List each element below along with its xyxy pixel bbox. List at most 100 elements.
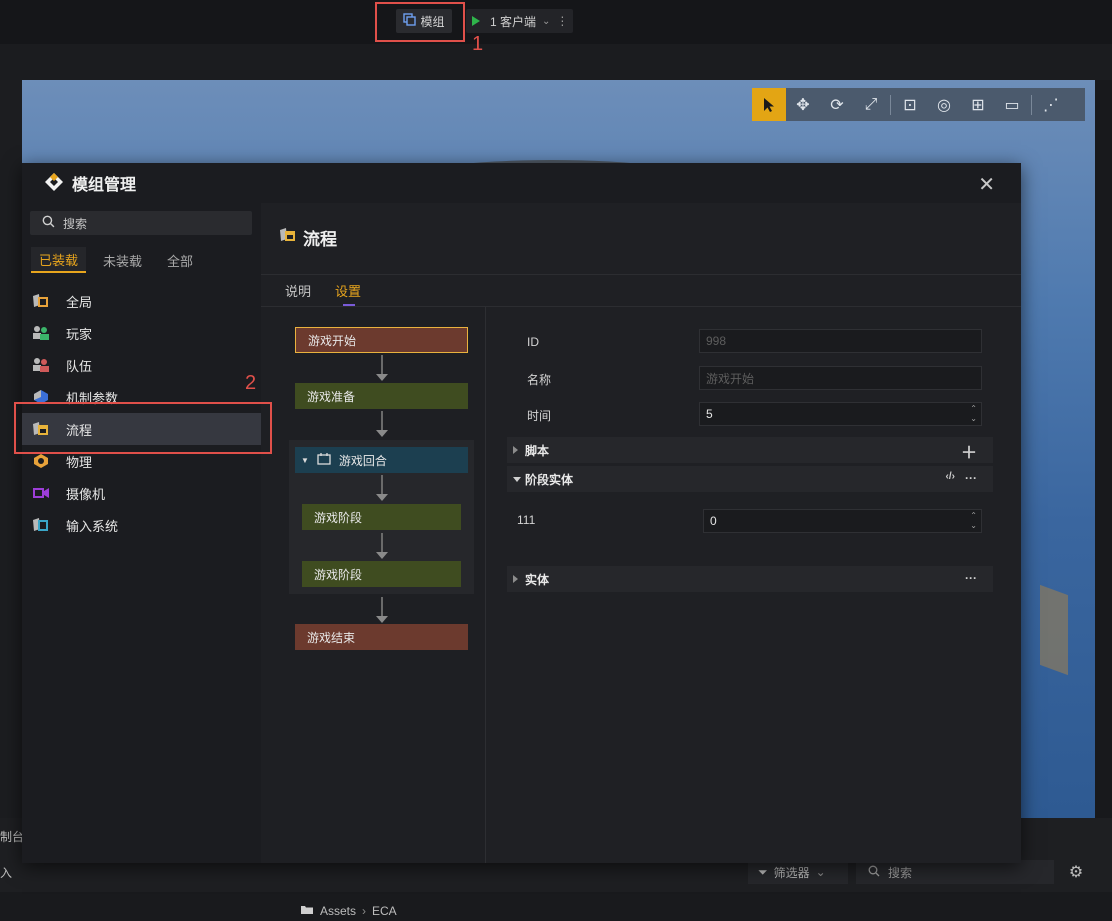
dialog-title: 模组管理	[72, 177, 137, 194]
tab-all[interactable]: 全部	[159, 247, 201, 273]
section-actions: ‹/› ···	[946, 471, 977, 485]
flow-node-stage[interactable]: 游戏阶段	[302, 561, 461, 587]
mod-sidebar: 搜索 已装载 未装载 全部 全局 玩家 队伍 机制参数 流程 物理 摄像机 输入…	[22, 203, 261, 863]
sidebar-item-player[interactable]: 玩家	[22, 317, 261, 349]
flow-node-end[interactable]: 游戏结束	[295, 624, 468, 650]
tab-description[interactable]: 说明	[273, 275, 323, 306]
folder-icon	[300, 904, 314, 918]
more-vertical-icon[interactable]: ⋮	[556, 14, 568, 28]
property-panel: ID 998 名称 游戏开始 时间 5 ⌃ ⌄ 脚本 ＋ 阶段实体 ‹/› ···	[487, 307, 1021, 863]
sidebar-item-global[interactable]: 全局	[22, 285, 261, 317]
player-icon	[32, 325, 50, 341]
breadcrumb-item[interactable]: ECA	[372, 904, 397, 918]
flow-node-stage[interactable]: 游戏阶段	[302, 504, 461, 530]
page-title: 流程	[279, 225, 337, 250]
time-label: 时间	[527, 409, 552, 423]
tab-loaded[interactable]: 已装载	[31, 247, 87, 273]
asset-search-input[interactable]: 搜索	[856, 860, 1054, 884]
collapse-triangle-icon	[513, 477, 521, 482]
rotate-icon[interactable]: ⟳	[820, 88, 854, 121]
expand-triangle-icon	[513, 446, 518, 454]
grid-icon[interactable]: ⊞	[961, 88, 995, 121]
sidebar-item-camera[interactable]: 摄像机	[22, 477, 261, 509]
tab-unloaded[interactable]: 未装载	[95, 247, 150, 273]
stepper-arrows-icon[interactable]: ⌃ ⌄	[970, 404, 977, 424]
collapse-triangle-icon[interactable]: ▼	[301, 456, 309, 465]
sidebar-item-input[interactable]: 输入系统	[22, 509, 261, 541]
sidebar-item-label: 物理	[66, 454, 93, 470]
filter-icon: ⏷	[758, 864, 768, 879]
toolbar-divider	[1031, 94, 1032, 115]
play-icon[interactable]	[472, 16, 480, 26]
axis-icon[interactable]: ⋰	[1034, 88, 1068, 121]
gizmo-toolbar: ✥ ⟳ ⤢ ⊡ ◎ ⊞ ▭ ⋰	[752, 88, 1085, 121]
flow-node-round-label: 游戏回合	[338, 453, 387, 468]
id-field[interactable]: 998	[699, 329, 982, 353]
flow-arrow	[376, 411, 388, 437]
run-button-group[interactable]: 1 客户端 ⌄ ⋮	[466, 9, 573, 33]
chevron-down-icon[interactable]: ⌄	[542, 16, 550, 27]
annotation-box-2	[14, 402, 272, 454]
annotation-box-1	[375, 2, 465, 42]
bottom-panel-footer	[0, 892, 1112, 921]
flow-node-prepare[interactable]: 游戏准备	[295, 383, 468, 409]
annotation-number-1: 1	[472, 33, 484, 55]
entity-row-stepper[interactable]: 0 ⌃ ⌄	[703, 509, 982, 533]
search-icon	[868, 865, 880, 880]
expand-triangle-icon	[513, 575, 518, 583]
entity-section-title: 实体	[525, 572, 550, 587]
dialog-header: 模组管理 ✕	[22, 163, 1021, 203]
physics-icon	[32, 453, 50, 469]
team-icon	[32, 357, 50, 373]
flow-arrow	[376, 355, 388, 381]
console-tab-label[interactable]: 制台	[0, 828, 24, 845]
asset-search-placeholder: 搜索	[888, 865, 913, 880]
search-icon	[42, 215, 55, 231]
mod-detail-panel: 流程 说明 设置 游戏开始 游戏准备 ▼ 游戏回合 游戏阶段 游戏阶段 游戏结束	[261, 203, 1021, 863]
stepper-arrows-icon[interactable]: ⌃ ⌄	[970, 511, 977, 531]
camera-icon[interactable]: ▭	[995, 88, 1029, 121]
detail-tabs: 说明 设置	[261, 275, 1021, 306]
flow-arrow	[376, 533, 388, 559]
move-icon[interactable]: ✥	[786, 88, 820, 121]
tab-settings[interactable]: 设置	[323, 275, 373, 306]
mod-search-input[interactable]: 搜索	[30, 211, 252, 235]
flow-node-round[interactable]: ▼ 游戏回合	[295, 447, 468, 473]
chevron-down-icon: ⌄	[815, 865, 826, 879]
entity-row-value: 0	[710, 514, 717, 528]
gear-icon[interactable]: ⚙	[1064, 860, 1088, 884]
entity-section-header[interactable]: 实体 ···	[507, 566, 993, 592]
name-field[interactable]: 游戏开始	[699, 366, 982, 390]
stage-entity-section-header[interactable]: 阶段实体 ‹/› ···	[507, 466, 993, 492]
filter-button[interactable]: ⏷ 筛选器 ⌄	[748, 860, 848, 884]
sidebar-item-team[interactable]: 队伍	[22, 349, 261, 381]
chevron-right-icon: ›	[362, 904, 367, 918]
script-section-header[interactable]: 脚本 ＋	[507, 437, 993, 463]
input-tab-label[interactable]: 入	[0, 864, 12, 881]
camera-icon	[32, 485, 50, 501]
toolbar-divider	[890, 94, 891, 115]
close-icon[interactable]: ✕	[978, 172, 995, 197]
code-icon[interactable]: ‹/›	[946, 471, 955, 485]
flow-node-start[interactable]: 游戏开始	[295, 327, 468, 353]
flow-icon	[279, 227, 297, 248]
more-icon[interactable]: ···	[965, 571, 977, 585]
time-stepper[interactable]: 5 ⌃ ⌄	[699, 402, 982, 426]
more-icon[interactable]: ···	[965, 471, 977, 485]
entity-row-label: 111	[517, 513, 536, 527]
mod-search-placeholder: 搜索	[63, 216, 88, 231]
select-arrow-icon[interactable]	[752, 88, 786, 121]
sidebar-item-label: 全局	[66, 294, 93, 310]
add-icon[interactable]: ＋	[961, 439, 977, 463]
scene-building	[1040, 584, 1068, 676]
mod-manager-logo-icon	[44, 172, 64, 195]
breadcrumb-item[interactable]: Assets	[320, 904, 356, 918]
toolbar-underlay	[0, 44, 1112, 80]
script-section-title: 脚本	[525, 443, 550, 458]
pivot-icon[interactable]: ◎	[927, 88, 961, 121]
sidebar-item-label: 玩家	[66, 326, 93, 342]
scale-icon[interactable]: ⤢	[854, 88, 888, 121]
crop-icon[interactable]: ⊡	[893, 88, 927, 121]
stage-entity-section-title: 阶段实体	[525, 472, 574, 487]
sidebar-item-label: 摄像机	[66, 486, 106, 502]
